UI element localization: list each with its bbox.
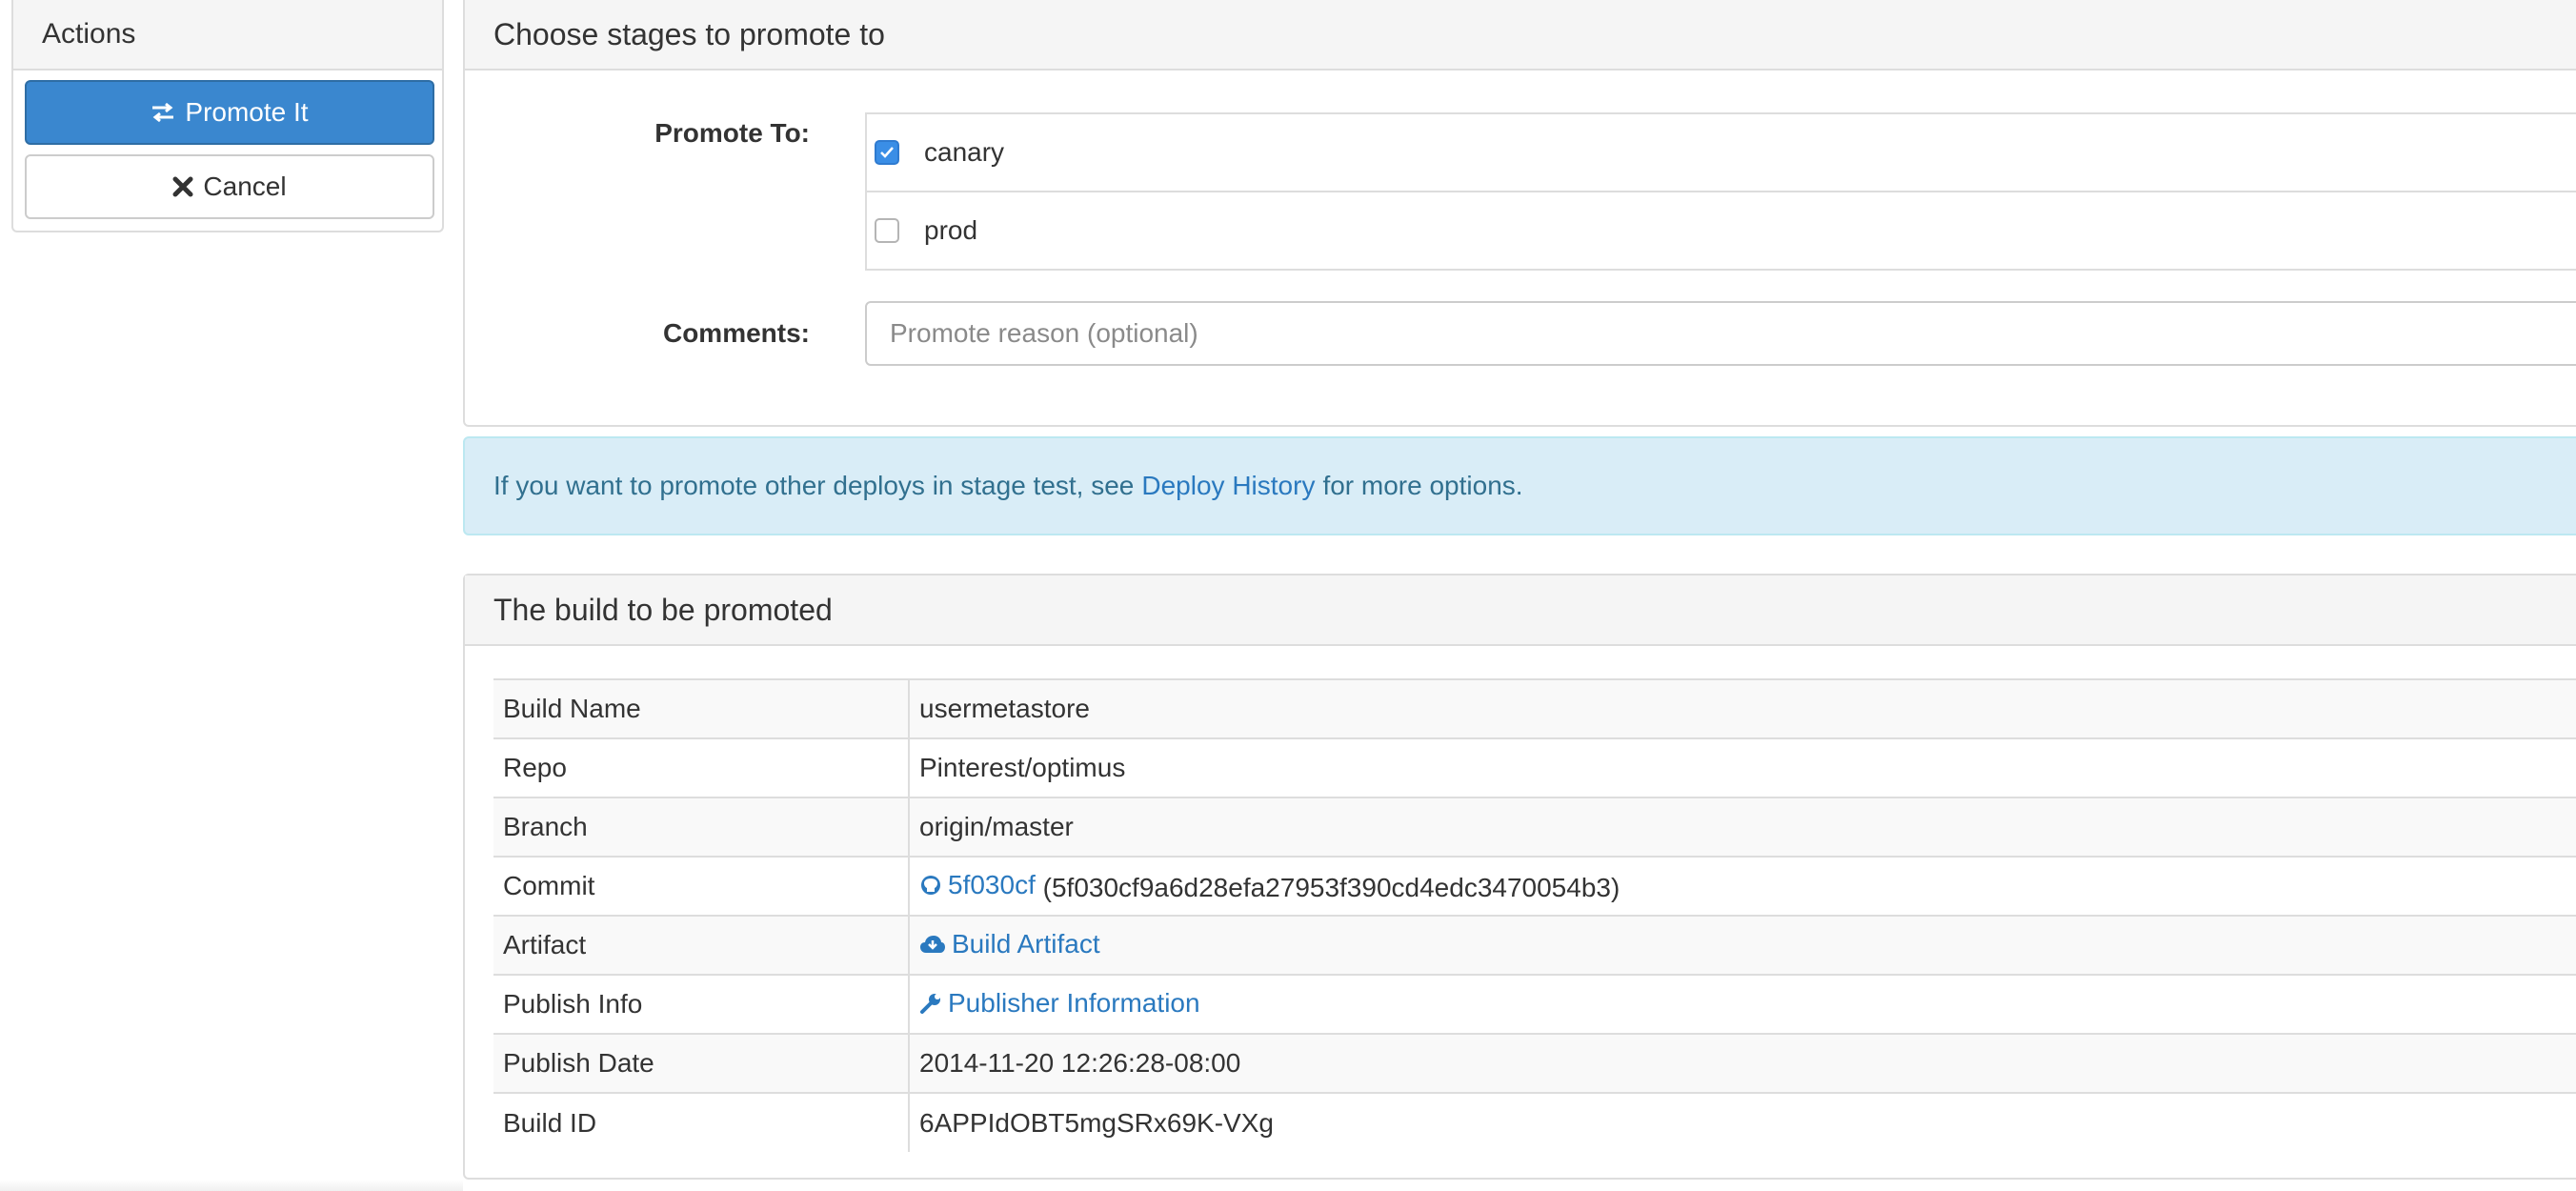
cloud-download-icon — [919, 934, 946, 955]
row-key: Branch — [493, 797, 910, 857]
table-row: Artifact Build Artifact — [493, 915, 2576, 975]
table-row: Branch origin/master — [493, 797, 2576, 857]
row-key: Publish Date — [493, 1033, 910, 1093]
row-value: Publisher Information — [909, 974, 2576, 1034]
stages-heading: Choose stages to promote to — [465, 0, 2576, 71]
build-info-table: Build Name usermetastore Repo Pinterest/… — [493, 678, 2576, 1152]
row-key: Build Name — [493, 678, 910, 738]
stage-name: canary — [924, 137, 1005, 167]
row-value: 2014-11-20 12:26:28-08:00 — [909, 1033, 2576, 1093]
stage-option-prod[interactable]: prod — [865, 191, 2576, 271]
canary-checkbox[interactable] — [875, 140, 899, 165]
table-row: Commit 5f030cf (5f030cf9a6d28efa27953f39… — [493, 856, 2576, 916]
row-key: Commit — [493, 856, 910, 916]
build-artifact-link[interactable]: Build Artifact — [919, 929, 1100, 959]
row-value: Pinterest/optimus — [909, 737, 2576, 797]
stage-name: prod — [924, 215, 978, 245]
table-row: Repo Pinterest/optimus — [493, 737, 2576, 797]
row-value: usermetastore — [909, 678, 2576, 738]
commit-short: 5f030cf — [948, 869, 1036, 899]
promote-button-label: Promote It — [185, 97, 309, 127]
actions-heading: Actions — [13, 0, 442, 71]
alert-text-before: If you want to promote other deploys in … — [493, 471, 1135, 500]
publisher-info-label: Publisher Information — [948, 987, 1200, 1018]
prod-checkbox[interactable] — [875, 218, 899, 243]
github-icon — [919, 874, 942, 897]
comments-input[interactable] — [865, 301, 2576, 366]
table-row: Build ID 6APPIdOBT5mgSRx69K-VXg — [493, 1092, 2576, 1152]
publisher-info-link[interactable]: Publisher Information — [919, 988, 1200, 1019]
page-bottom-edge — [0, 1180, 463, 1191]
promote-to-label: Promote To: — [654, 118, 810, 148]
row-key: Artifact — [493, 915, 910, 975]
row-value: 5f030cf (5f030cf9a6d28efa27953f390cd4edc… — [909, 856, 2576, 916]
row-key: Repo — [493, 737, 910, 797]
table-row: Publish Info Publisher Information — [493, 974, 2576, 1034]
wrench-icon — [919, 992, 942, 1015]
alert-text-after: for more options. — [1322, 471, 1523, 500]
row-key: Build ID — [493, 1092, 910, 1152]
actions-panel: Actions Promote It Cancel — [11, 0, 444, 232]
row-value: Build Artifact — [909, 915, 2576, 975]
row-value: 6APPIdOBT5mgSRx69K-VXg — [909, 1092, 2576, 1152]
build-panel: The build to be promoted Build Name user… — [463, 574, 2576, 1180]
exchange-icon — [151, 101, 175, 124]
cancel-button[interactable]: Cancel — [25, 154, 434, 219]
comments-label: Comments: — [662, 318, 810, 348]
row-key: Publish Info — [493, 974, 910, 1034]
promote-button[interactable]: Promote It — [25, 80, 434, 145]
deploy-history-link[interactable]: Deploy History — [1141, 471, 1315, 501]
commit-full: (5f030cf9a6d28efa27953f390cd4edc3470054b… — [1042, 872, 1620, 902]
info-alert: If you want to promote other deploys in … — [463, 436, 2576, 535]
build-artifact-label: Build Artifact — [952, 929, 1100, 959]
commit-link[interactable]: 5f030cf — [919, 870, 1036, 900]
table-row: Publish Date 2014-11-20 12:26:28-08:00 — [493, 1033, 2576, 1093]
table-row: Build Name usermetastore — [493, 678, 2576, 738]
row-value: origin/master — [909, 797, 2576, 857]
stages-panel: Choose stages to promote to Promote To: … — [463, 0, 2576, 427]
cancel-button-label: Cancel — [203, 172, 287, 201]
build-heading: The build to be promoted — [465, 575, 2576, 646]
close-icon — [172, 176, 193, 197]
stage-option-canary[interactable]: canary — [865, 112, 2576, 192]
